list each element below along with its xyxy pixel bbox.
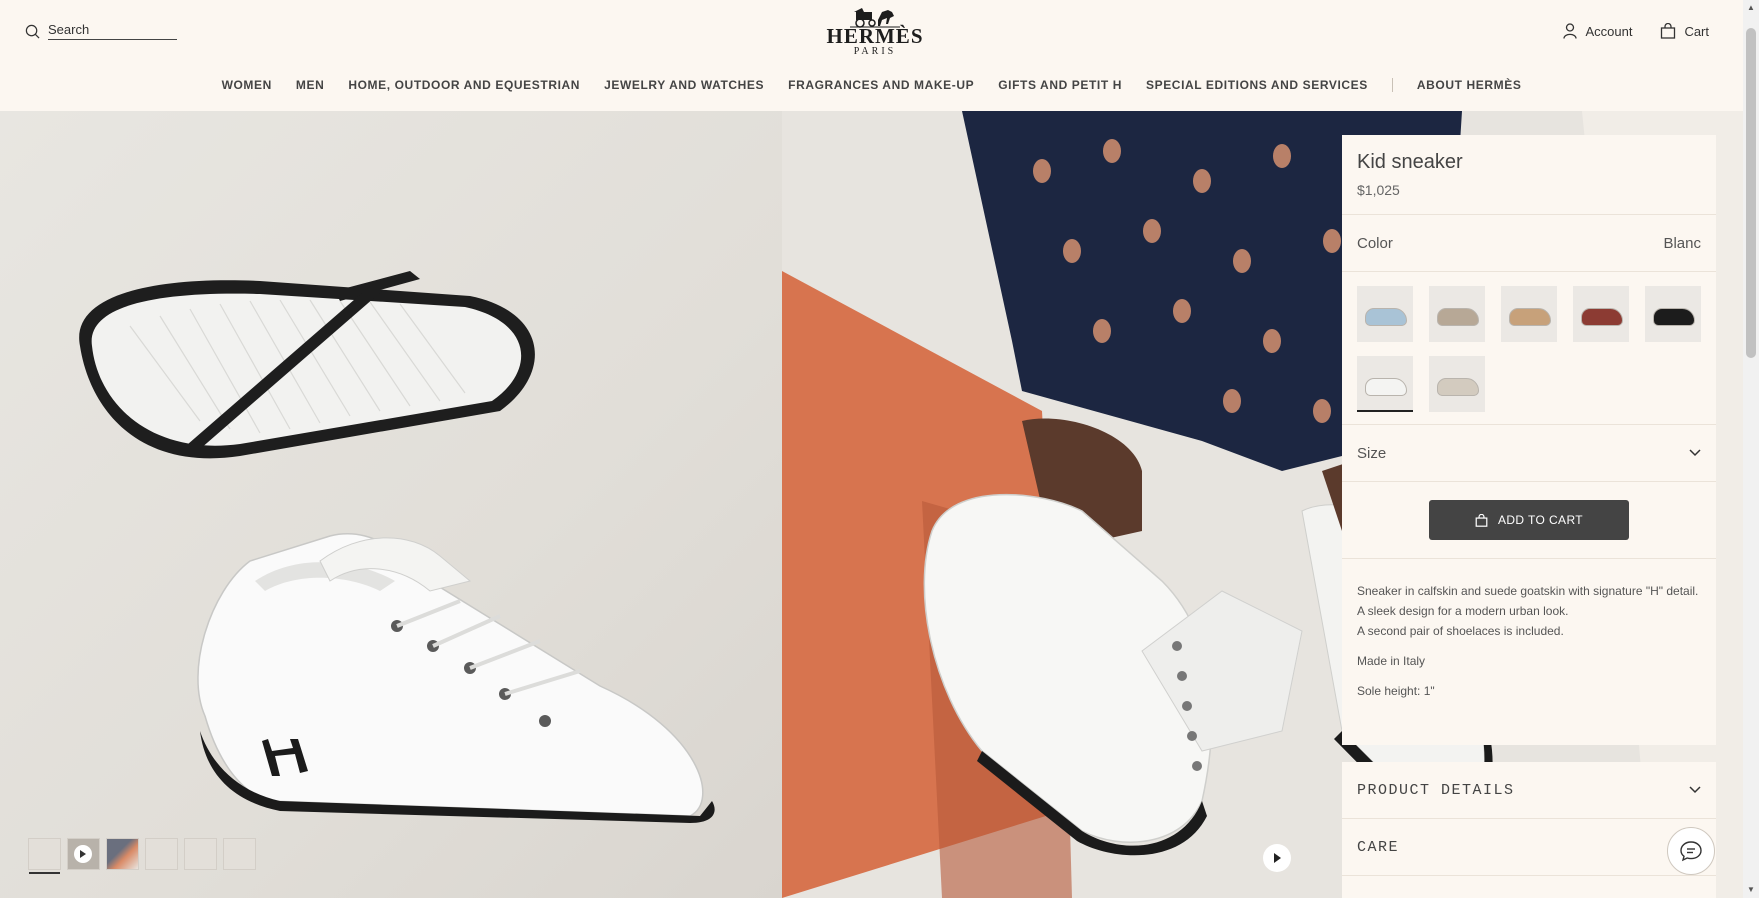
video-play-button[interactable]	[1263, 844, 1291, 872]
play-icon	[1274, 853, 1281, 863]
swatch-camel[interactable]	[1501, 286, 1557, 342]
product-header: Kid sneaker $1,025	[1342, 135, 1716, 215]
bag-icon	[1475, 513, 1488, 527]
swatch-shoe-image	[1581, 308, 1623, 326]
care-toggle[interactable]: CARE	[1342, 819, 1716, 876]
swatch-shoe-image	[1653, 308, 1695, 326]
color-label: Color	[1357, 234, 1393, 252]
description-line-1: Sneaker in calfskin and suede goatskin w…	[1357, 584, 1699, 598]
chat-button[interactable]	[1667, 827, 1715, 875]
main-nav: WOMEN MEN HOME, OUTDOOR AND EQUESTRIAN J…	[0, 78, 1743, 92]
chevron-down-icon	[1689, 786, 1701, 794]
swatch-burgundy[interactable]	[1573, 286, 1629, 342]
product-panel: Kid sneaker $1,025 Color Blanc Size ADD …	[1342, 135, 1716, 745]
nav-item-gifts-petit-h[interactable]: GIFTS AND PETIT H	[986, 78, 1134, 92]
cart-link[interactable]: Cart	[1660, 23, 1709, 39]
swatch-shoe-image	[1437, 308, 1479, 326]
product-image-main[interactable]	[0, 111, 782, 898]
scroll-thumb[interactable]	[1746, 28, 1756, 358]
chevron-down-icon	[1689, 449, 1701, 457]
play-icon	[74, 845, 92, 863]
thumbnail-5[interactable]	[184, 838, 217, 870]
sneaker-pair-illustration	[79, 271, 715, 823]
thumbnail-1[interactable]	[28, 838, 61, 874]
nav-item-fragrances-makeup[interactable]: FRAGRANCES AND MAKE-UP	[776, 78, 986, 92]
add-to-cart-row: ADD TO CART	[1342, 482, 1716, 559]
image-thumbnails	[28, 838, 256, 874]
add-to-cart-button[interactable]: ADD TO CART	[1429, 500, 1629, 540]
swatch-white[interactable]	[1357, 356, 1413, 412]
nav-divider	[1391, 78, 1393, 92]
nav-item-about-hermes[interactable]: ABOUT HERMÈS	[1405, 78, 1534, 92]
search-input[interactable]: Search	[48, 22, 177, 40]
swatch-beige[interactable]	[1429, 356, 1485, 412]
swatch-shoe-image	[1365, 308, 1407, 326]
product-accordion: PRODUCT DETAILS CARE	[1342, 762, 1716, 898]
scroll-down-arrow[interactable]: ▼	[1743, 882, 1759, 898]
description-line-3: A second pair of shoelaces is included.	[1357, 624, 1564, 638]
made-in: Made in Italy	[1357, 654, 1426, 668]
cart-label: Cart	[1684, 23, 1709, 39]
description-line-2: A sleek design for a modern urban look.	[1357, 604, 1569, 618]
nav-item-men[interactable]: MEN	[284, 78, 336, 92]
search-bar[interactable]: Search	[25, 22, 177, 40]
user-icon	[1563, 23, 1578, 39]
nav-item-home-outdoor-equestrian[interactable]: HOME, OUTDOOR AND EQUESTRIAN	[336, 78, 592, 92]
swatch-shoe-image	[1365, 378, 1407, 396]
size-selector[interactable]: Size	[1342, 425, 1716, 482]
swatch-blue[interactable]	[1357, 286, 1413, 342]
nav-item-jewelry-watches[interactable]: JEWELRY AND WATCHES	[592, 78, 776, 92]
swatch-taupe[interactable]	[1429, 286, 1485, 342]
color-swatches	[1342, 272, 1716, 425]
nav-item-women[interactable]: WOMEN	[210, 78, 284, 92]
bag-icon	[1661, 23, 1676, 39]
nav-item-special-editions[interactable]: SPECIAL EDITIONS AND SERVICES	[1134, 78, 1380, 92]
swatch-shoe-image	[1437, 378, 1479, 396]
thumbnail-3[interactable]	[106, 838, 139, 870]
sole-height: Sole height: 1"	[1357, 684, 1435, 698]
scroll-up-arrow[interactable]: ▲	[1743, 0, 1759, 16]
product-price: $1,025	[1357, 182, 1400, 198]
add-to-cart-label: ADD TO CART	[1497, 513, 1584, 527]
utility-nav: Account Cart	[1563, 23, 1709, 39]
color-value: Blanc	[1663, 234, 1701, 252]
scrollbar[interactable]: ▲ ▼	[1743, 0, 1759, 898]
product-details-label: PRODUCT DETAILS	[1357, 781, 1515, 799]
chat-bubble-icon	[1680, 841, 1702, 862]
logo-wordmark: HERMÈS	[826, 24, 924, 48]
swatch-black[interactable]	[1645, 286, 1701, 342]
product-description: Sneaker in calfskin and suede goatskin w…	[1342, 559, 1716, 701]
product-details-toggle[interactable]: PRODUCT DETAILS	[1342, 762, 1716, 819]
thumbnail-6[interactable]	[223, 838, 256, 870]
account-label: Account	[1585, 23, 1633, 39]
thumbnail-4[interactable]	[145, 838, 178, 870]
search-icon	[25, 24, 40, 38]
account-link[interactable]: Account	[1563, 23, 1632, 39]
site-header: Search HERMÈS PARIS Account Cart WOMEN M…	[0, 0, 1743, 112]
product-title: Kid sneaker	[1357, 151, 1463, 173]
hermes-logo[interactable]: HERMÈS PARIS	[820, 6, 930, 58]
color-row: Color Blanc	[1342, 215, 1716, 272]
size-label: Size	[1357, 444, 1387, 462]
swatch-shoe-image	[1509, 308, 1551, 326]
thumbnail-2-video[interactable]	[67, 838, 100, 870]
care-label: CARE	[1357, 838, 1400, 856]
